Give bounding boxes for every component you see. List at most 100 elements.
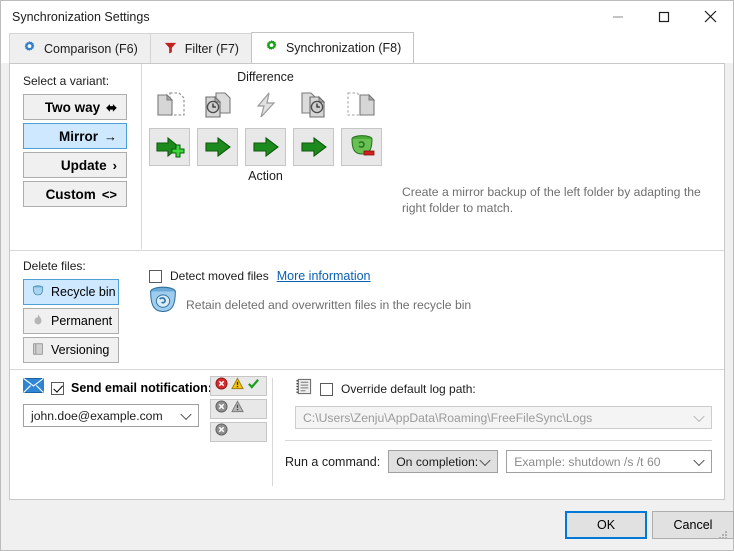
chevron-down-icon bbox=[180, 408, 192, 420]
delete-files-label: Delete files: bbox=[23, 259, 86, 273]
email-address-combobox[interactable]: john.doe@example.com bbox=[23, 404, 199, 427]
action-title: Action bbox=[248, 169, 283, 183]
delete-permanent-button[interactable]: Permanent bbox=[23, 308, 119, 334]
arrow-right-icon-4[interactable] bbox=[293, 128, 334, 166]
variant-mirror-label: Mirror bbox=[58, 128, 98, 144]
recycle-bin-large-icon bbox=[144, 283, 182, 326]
variant-custom-label: Custom bbox=[45, 186, 96, 202]
delete-files-selector: Delete files: Recycle bin Permanent Vers… bbox=[23, 259, 119, 366]
file-left-only-icon bbox=[149, 86, 190, 124]
variant-label: Select a variant: bbox=[23, 74, 110, 88]
title-bar: Synchronization Settings bbox=[1, 1, 733, 32]
email-header: Send email notification: bbox=[23, 378, 212, 398]
close-icon[interactable] bbox=[687, 1, 733, 32]
two-way-arrow-icon: ⬌ bbox=[106, 99, 117, 115]
variant-mirror-button[interactable]: Mirror → bbox=[23, 123, 127, 149]
variant-update-button[interactable]: Update › bbox=[23, 152, 127, 178]
resize-grip[interactable] bbox=[717, 528, 729, 546]
log-path-value: C:\Users\Zenju\AppData\Roaming\FreeFileS… bbox=[303, 410, 593, 425]
funnel-icon-red bbox=[163, 40, 178, 58]
log-path-header: Override default log path: bbox=[295, 378, 712, 400]
command-placeholder: Example: shutdown /s /t 60 bbox=[514, 454, 661, 469]
send-email-label: Send email notification: bbox=[71, 381, 212, 395]
chevron-down-icon-logpath bbox=[693, 410, 705, 422]
override-log-path-label: Override default log path: bbox=[341, 382, 476, 396]
action-row bbox=[149, 128, 382, 166]
error-icon-only bbox=[215, 423, 228, 441]
ok-button-label: OK bbox=[596, 518, 616, 532]
command-timing-value: On completion: bbox=[396, 454, 479, 469]
gear-icon-blue bbox=[22, 40, 37, 58]
file-left-newer-icon bbox=[197, 86, 238, 124]
command-timing-combobox[interactable]: On completion: bbox=[388, 450, 499, 473]
log-list-icon bbox=[295, 378, 312, 400]
variant-two-way-label: Two way bbox=[44, 99, 101, 115]
log-path-combobox[interactable]: C:\Users\Zenju\AppData\Roaming\FreeFileS… bbox=[295, 406, 712, 429]
run-command-row: Run a command: On completion: Example: s… bbox=[285, 450, 712, 473]
book-icon bbox=[31, 342, 45, 359]
file-right-only-icon bbox=[341, 86, 382, 124]
send-email-checkbox[interactable] bbox=[51, 381, 64, 395]
difference-title: Difference bbox=[237, 70, 294, 84]
tab-synchronization[interactable]: Synchronization (F8) bbox=[250, 32, 415, 63]
flame-icon bbox=[31, 313, 45, 330]
notification-section: Send email notification: john.doe@exampl… bbox=[10, 370, 724, 494]
notify-error-only-button[interactable] bbox=[210, 422, 267, 442]
window-title: Synchronization Settings bbox=[12, 9, 150, 24]
envelope-icon bbox=[23, 378, 44, 398]
chevron-down-icon-command bbox=[693, 454, 705, 466]
right-arrow-icon: → bbox=[104, 128, 117, 144]
arrow-right-icon-2[interactable] bbox=[197, 128, 238, 166]
divider-log-command bbox=[285, 440, 712, 441]
gear-icon-green bbox=[264, 39, 279, 57]
tab-filter[interactable]: Filter (F7) bbox=[149, 33, 252, 63]
warning-icon-disabled bbox=[231, 400, 244, 418]
command-input-combobox[interactable]: Example: shutdown /s /t 60 bbox=[506, 450, 712, 473]
synchronization-settings-dialog: Synchronization Settings Comparison (F6) bbox=[0, 0, 734, 551]
arrow-right-create-icon[interactable] bbox=[149, 128, 190, 166]
file-right-newer-icon bbox=[293, 86, 334, 124]
email-address-value: john.doe@example.com bbox=[31, 408, 163, 423]
maximize-icon[interactable] bbox=[641, 1, 687, 32]
delete-recycle-bin-label: Recycle bin bbox=[51, 285, 116, 299]
tab-strip: Comparison (F6) Filter (F7) Synchronizat… bbox=[1, 32, 733, 63]
error-icon-disabled bbox=[215, 400, 228, 418]
variant-custom-button[interactable]: Custom <> bbox=[23, 181, 127, 207]
dialog-footer: OK Cancel bbox=[1, 500, 734, 550]
override-log-path-checkbox[interactable] bbox=[320, 382, 333, 396]
delete-versioning-button[interactable]: Versioning bbox=[23, 337, 119, 363]
log-path-group: Override default log path: C:\Users\Zenj… bbox=[285, 378, 712, 441]
notify-error-warning-button[interactable] bbox=[210, 399, 267, 419]
success-icon bbox=[247, 377, 260, 395]
ok-button[interactable]: OK bbox=[565, 511, 647, 539]
email-notification-group: Send email notification: john.doe@exampl… bbox=[23, 378, 212, 427]
settings-panel: Select a variant: Two way ⬌ Mirror → Upd… bbox=[9, 63, 725, 500]
tab-comparison-label: Comparison (F6) bbox=[44, 41, 138, 56]
variant-section: Select a variant: Two way ⬌ Mirror → Upd… bbox=[10, 64, 724, 283]
difference-row bbox=[149, 86, 382, 124]
run-command-label: Run a command: bbox=[285, 454, 381, 469]
delete-files-section: Delete files: Recycle bin Permanent Vers… bbox=[10, 251, 724, 369]
variant-description: Create a mirror backup of the left folde… bbox=[402, 185, 701, 216]
variant-update-label: Update bbox=[60, 157, 107, 173]
recycle-bin-delete-icon[interactable] bbox=[341, 128, 382, 166]
delete-recycle-bin-button[interactable]: Recycle bin bbox=[23, 279, 119, 305]
notification-condition-buttons bbox=[210, 376, 267, 445]
tab-synchronization-label: Synchronization (F8) bbox=[285, 41, 402, 55]
delete-versioning-label: Versioning bbox=[51, 343, 110, 357]
variant-selector: Select a variant: Two way ⬌ Mirror → Upd… bbox=[23, 74, 141, 210]
error-icon bbox=[215, 377, 228, 395]
variant-two-way-button[interactable]: Two way ⬌ bbox=[23, 94, 127, 120]
minimize-icon[interactable] bbox=[595, 1, 641, 32]
notify-all-button[interactable] bbox=[210, 376, 267, 396]
angle-brackets-icon: <> bbox=[101, 186, 117, 202]
tab-filter-label: Filter (F7) bbox=[184, 41, 239, 56]
chevron-down-icon-timing bbox=[479, 454, 491, 466]
vertical-divider-bottom bbox=[272, 378, 273, 486]
conflict-lightning-icon bbox=[245, 86, 286, 124]
vertical-divider bbox=[141, 64, 142, 249]
recycle-bin-icon bbox=[31, 284, 45, 301]
warning-icon bbox=[231, 377, 244, 395]
tab-comparison[interactable]: Comparison (F6) bbox=[9, 33, 151, 63]
arrow-right-icon-3[interactable] bbox=[245, 128, 286, 166]
